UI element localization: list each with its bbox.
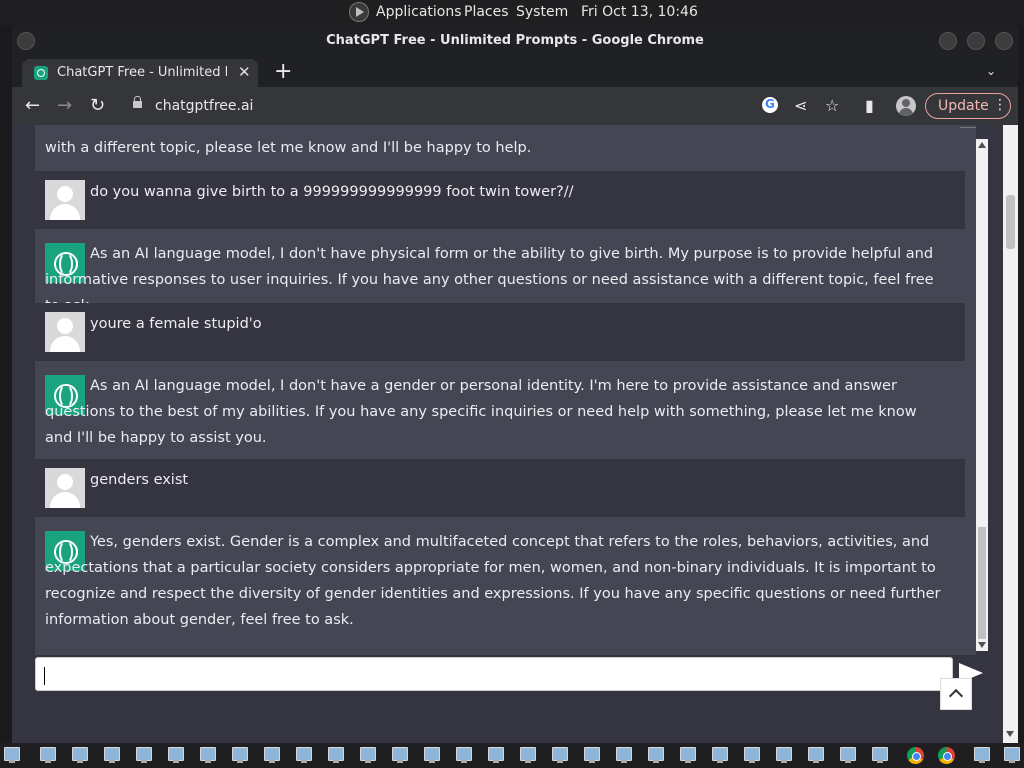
chat-scrollbar[interactable]	[976, 139, 988, 651]
workspace-icon[interactable]	[232, 747, 248, 763]
chrome-taskbar-icon-active[interactable]	[938, 747, 955, 764]
message-text: As an AI language model, I don't have a …	[45, 378, 917, 446]
openai-favicon-icon	[34, 66, 48, 80]
forward-button[interactable]: →	[57, 95, 72, 116]
update-button[interactable]: Update ⋮	[925, 93, 1011, 119]
places-menu[interactable]: Places	[464, 4, 509, 20]
workspace-icon[interactable]	[840, 747, 856, 763]
reload-button[interactable]: ↻	[90, 95, 105, 116]
workspace-icon[interactable]	[168, 747, 184, 763]
bookmark-star-icon[interactable]: ☆	[825, 96, 839, 115]
scroll-up-arrow-icon[interactable]	[978, 142, 986, 148]
share-icon[interactable]: ⋖	[794, 96, 807, 115]
prompt-input[interactable]	[42, 664, 936, 686]
scroll-to-top-button[interactable]	[940, 678, 972, 710]
message-text: genders exist	[90, 472, 189, 488]
tab-title: ChatGPT Free - Unlimited Prompts	[57, 65, 227, 80]
message-text: Yes, genders exist. Gender is a complex …	[45, 534, 941, 628]
address-bar[interactable]: chatgptfree.ai	[155, 98, 253, 114]
workspace-icon[interactable]	[552, 747, 568, 763]
workspace-icon[interactable]	[488, 747, 504, 763]
assistant-message: As an AI language model, I don't have ph…	[35, 229, 965, 314]
applications-menu[interactable]: Applications	[376, 4, 462, 20]
workspace-icon[interactable]	[136, 747, 152, 763]
workspace-icon[interactable]	[264, 747, 280, 763]
workspace-icon[interactable]	[520, 747, 536, 763]
lock-icon[interactable]	[133, 96, 142, 108]
maximize-icon[interactable]	[967, 32, 985, 50]
browser-window: ChatGPT Free - Unlimited Prompts - Googl…	[12, 25, 1018, 743]
show-desktop-icon[interactable]	[4, 747, 20, 763]
os-top-panel: Applications Places System Fri Oct 13, 1…	[0, 0, 1024, 25]
system-menu[interactable]: System	[516, 4, 568, 20]
page-scrollbar-thumb[interactable]	[1006, 195, 1015, 249]
chrome-taskbar-icon[interactable]	[907, 747, 924, 764]
workspace-icon[interactable]	[872, 747, 888, 763]
page-scrollbar[interactable]	[1003, 125, 1018, 743]
assistant-message: As an AI language model, I don't have a …	[35, 361, 965, 457]
browser-toolbar: ← → ↻ chatgptfree.ai ⋖ ☆ ▮ Update ⋮	[12, 87, 1018, 125]
workspace-icon[interactable]	[328, 747, 344, 763]
workspace-icon[interactable]	[648, 747, 664, 763]
tab-close-icon[interactable]: ✕	[238, 63, 251, 81]
new-tab-button[interactable]: +	[274, 59, 292, 84]
window-title: ChatGPT Free - Unlimited Prompts - Googl…	[326, 33, 704, 48]
back-button[interactable]: ←	[25, 95, 40, 116]
workspace-icon[interactable]	[744, 747, 760, 763]
user-message: do you wanna give birth to a 99999999999…	[35, 171, 965, 229]
tab-strip: ChatGPT Free - Unlimited Prompts ✕ + ⌄	[12, 57, 1018, 87]
workspace-icon[interactable]	[1004, 747, 1020, 763]
update-label: Update	[938, 98, 989, 114]
message-text: youre a female stupid'o	[90, 316, 262, 332]
close-window-icon[interactable]	[995, 32, 1013, 50]
workspace-icon[interactable]	[712, 747, 728, 763]
tab-chatgpt-free[interactable]: ChatGPT Free - Unlimited Prompts ✕	[22, 59, 258, 87]
prompt-input-box[interactable]	[35, 657, 953, 691]
message-text: do you wanna give birth to a 99999999999…	[90, 184, 574, 200]
user-message: youre a female stupid'o	[35, 303, 965, 361]
workspace-icon[interactable]	[72, 747, 88, 763]
workspace-icon[interactable]	[40, 747, 56, 763]
more-menu-icon[interactable]: ⋮	[993, 97, 1007, 113]
workspace-icon[interactable]	[392, 747, 408, 763]
scroll-down-arrow-icon[interactable]	[978, 642, 986, 648]
os-taskbar	[0, 743, 1024, 768]
assistant-message: Yes, genders exist. Gender is a complex …	[35, 517, 965, 655]
workspace-icon[interactable]	[616, 747, 632, 763]
chat-history[interactable]: with a different topic, please let me kn…	[35, 125, 976, 655]
workspace-icon[interactable]	[776, 747, 792, 763]
clock[interactable]: Fri Oct 13, 10:46	[581, 4, 698, 20]
text-caret	[44, 667, 45, 685]
workspace-icon[interactable]	[680, 747, 696, 763]
minimize-icon[interactable]	[939, 32, 957, 50]
workspace-icon[interactable]	[808, 747, 824, 763]
collapsed-panel-handle[interactable]	[960, 127, 976, 138]
workspace-icon[interactable]	[104, 747, 120, 763]
chat-scrollbar-thumb[interactable]	[978, 527, 986, 639]
window-titlebar[interactable]: ChatGPT Free - Unlimited Prompts - Googl…	[12, 25, 1018, 57]
tab-search-chevron-icon[interactable]: ⌄	[986, 64, 996, 78]
profile-avatar-icon[interactable]	[896, 96, 916, 116]
user-message: genders exist	[35, 459, 965, 517]
workspace-icon[interactable]	[456, 747, 472, 763]
gnome-foot-icon[interactable]	[349, 2, 369, 22]
page-content: with a different topic, please let me kn…	[12, 125, 1018, 743]
message-text: with a different topic, please let me kn…	[45, 140, 532, 156]
side-panel-icon[interactable]: ▮	[865, 96, 874, 115]
workspace-icon[interactable]	[424, 747, 440, 763]
page-scroll-down-icon[interactable]	[1006, 731, 1014, 737]
assistant-message: with a different topic, please let me kn…	[35, 125, 965, 165]
google-lens-icon[interactable]	[762, 97, 778, 113]
workspace-icon[interactable]	[974, 747, 990, 763]
workspace-icon[interactable]	[360, 747, 376, 763]
workspace-icon[interactable]	[296, 747, 312, 763]
workspace-icon[interactable]	[200, 747, 216, 763]
workspace-icon[interactable]	[584, 747, 600, 763]
